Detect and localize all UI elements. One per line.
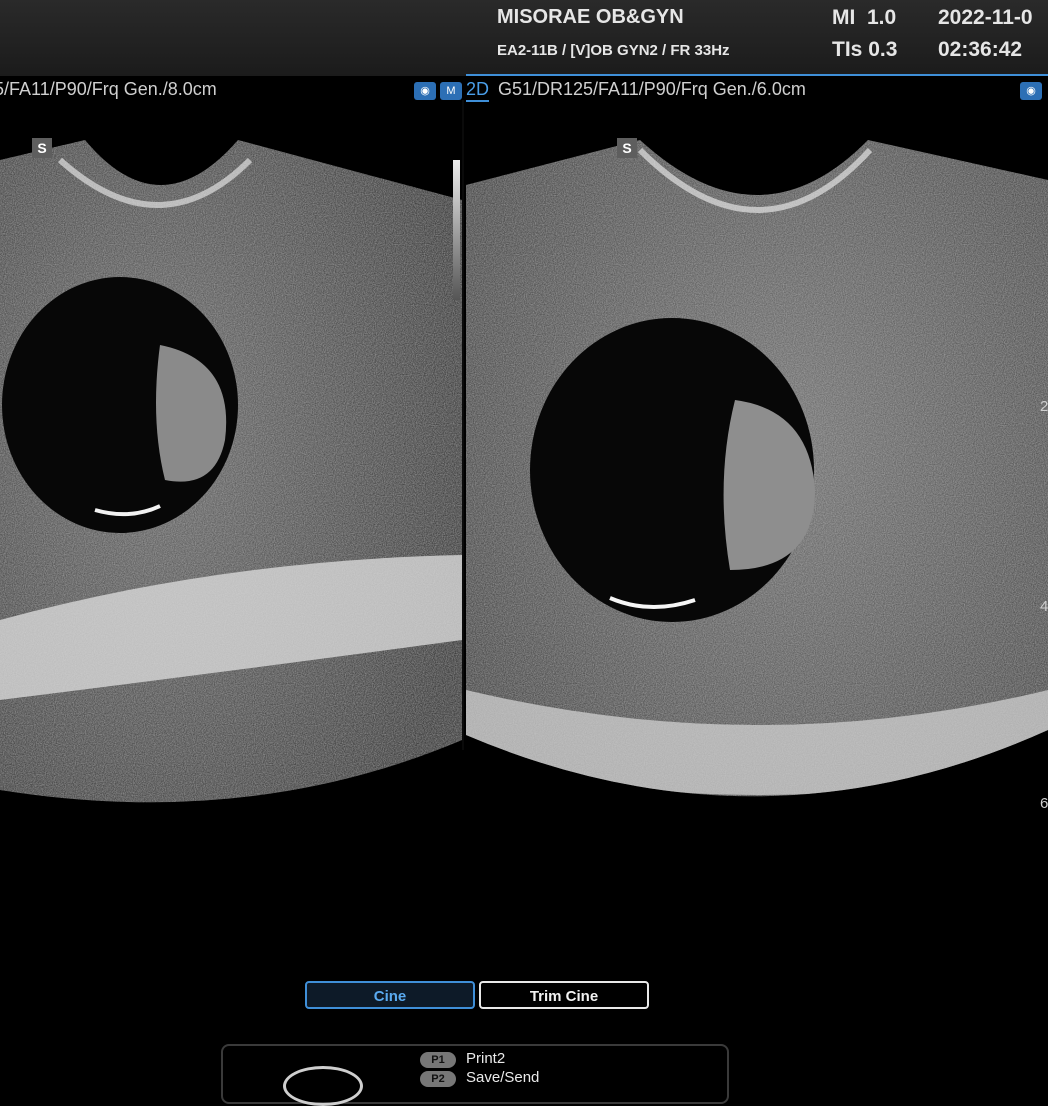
- p1-key-badge[interactable]: P1: [420, 1052, 456, 1068]
- grayscale-bar: [453, 160, 460, 300]
- active-image-indicator: [466, 74, 1048, 76]
- thermal-index: TIs 0.3: [832, 38, 898, 61]
- left-image-params: 5/FA11/P90/Frq Gen./8.0cm: [0, 79, 217, 99]
- orientation-marker-right: S: [617, 138, 637, 158]
- probe-icon-right[interactable]: ◉: [1020, 82, 1042, 100]
- ultrasound-images[interactable]: [0, 100, 1048, 830]
- probe-preset-info: EA2-11B / [V]OB GYN2 / FR 33Hz: [497, 42, 730, 59]
- right-ultrasound-image: [466, 140, 1048, 797]
- left-ultrasound-image: [0, 140, 462, 803]
- mode-icon[interactable]: M: [440, 82, 462, 100]
- p1-key-label: Print2: [466, 1050, 506, 1067]
- image-divider: [462, 100, 464, 750]
- depth-mark-2: 2: [1040, 398, 1048, 415]
- p2-key-badge[interactable]: P2: [420, 1071, 456, 1087]
- depth-mark-6: 6: [1040, 795, 1048, 812]
- exam-date: 2022-11-0: [938, 6, 1033, 29]
- orientation-marker-left: S: [32, 138, 52, 158]
- probe-icon[interactable]: ◉: [414, 82, 436, 100]
- trackball-knob-icon[interactable]: [283, 1066, 363, 1106]
- depth-mark-4: 4: [1040, 598, 1048, 615]
- mechanical-index: MI 1.0: [832, 6, 897, 29]
- cine-button[interactable]: Cine: [305, 981, 475, 1009]
- clinic-name: MISORAE OB&GYN: [497, 6, 684, 28]
- right-image-params: G51/DR125/FA11/P90/Frq Gen./6.0cm: [498, 79, 806, 99]
- exam-time: 02:36:42: [938, 38, 1023, 61]
- mode-2d-label: 2D: [466, 79, 490, 102]
- header-bar: MISORAE OB&GYN EA2-11B / [V]OB GYN2 / FR…: [0, 0, 1048, 76]
- trim-cine-button[interactable]: Trim Cine: [479, 981, 649, 1009]
- p2-key-label: Save/Send: [466, 1069, 540, 1086]
